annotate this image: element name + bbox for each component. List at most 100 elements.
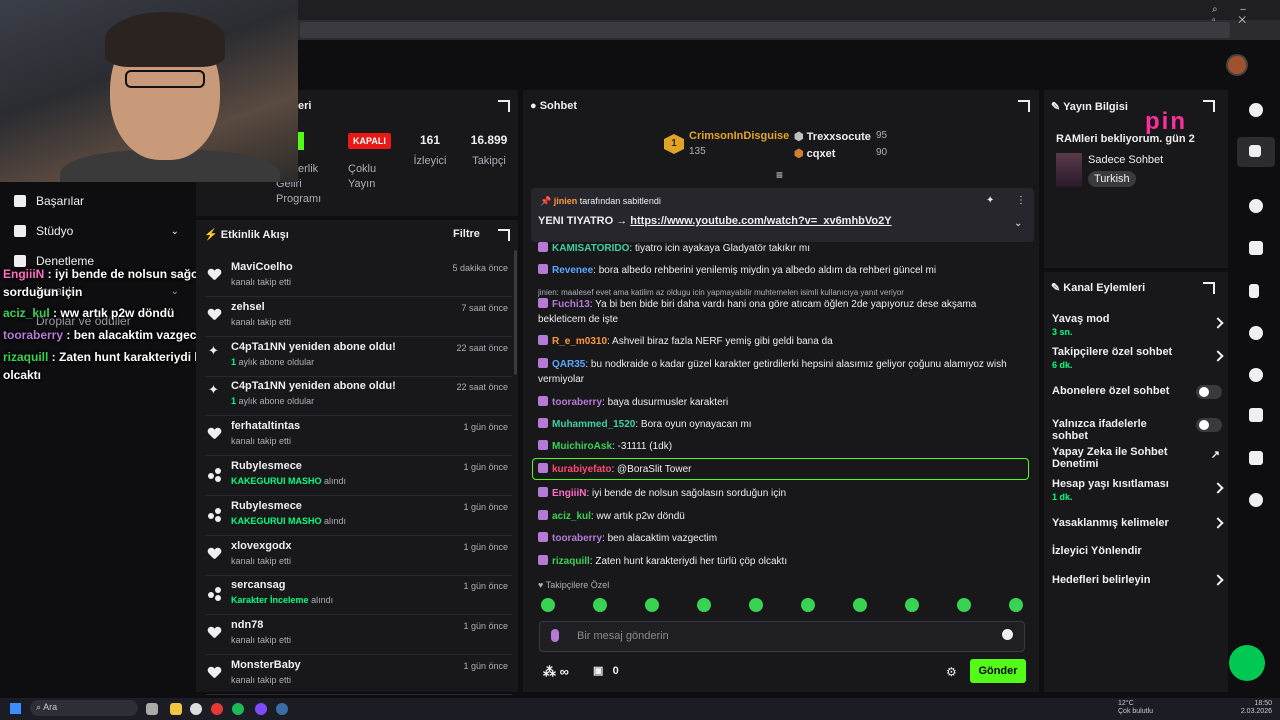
chevron-right-icon[interactable] [1212, 574, 1224, 586]
chat-username[interactable]: tooraberry [552, 397, 602, 408]
channel-action[interactable]: Yapay Zeka ile Sohbet Denetimi ↗ [1052, 446, 1222, 470]
task-view-icon[interactable] [146, 703, 158, 715]
toggle-switch[interactable] [1196, 385, 1222, 399]
document-icon[interactable] [1249, 284, 1259, 298]
expand-icon[interactable] [1018, 100, 1030, 112]
leaderboard-first-name[interactable]: CrimsonInDisguise [689, 130, 789, 142]
channel-action[interactable]: Takipçilere özel sohbet 6 dk. [1052, 346, 1224, 370]
emote-icon[interactable] [697, 598, 711, 612]
menu-lines-icon[interactable]: ≡ [776, 168, 783, 182]
channel-points[interactable]: ⁂ ∞ [543, 664, 569, 680]
broadcast-icon[interactable] [1249, 368, 1263, 382]
support-headset-icon[interactable] [1229, 645, 1265, 681]
leaderboard-second-name[interactable]: ⬢ Trexxsocute [794, 130, 871, 143]
emoji-icon[interactable] [1002, 629, 1013, 640]
discord-icon[interactable] [255, 703, 267, 715]
activity-row[interactable]: Rubylesmece KAKEGURUI MASHO alındı 1 gün ö… [206, 496, 512, 536]
activity-row[interactable]: ✦ C4pTa1NN yeniden abone oldu! 1 aylık abo… [206, 337, 512, 377]
emote-icon[interactable] [593, 598, 607, 612]
expand-icon[interactable] [1203, 100, 1215, 112]
target-icon[interactable] [1249, 199, 1263, 213]
sidebar-item-achievements[interactable]: Başarılar [14, 194, 84, 208]
chat-username[interactable]: KAMISATORIDO [552, 243, 629, 254]
activity-user[interactable]: sercansag [231, 579, 285, 591]
activity-user[interactable]: MaviCoelho [231, 261, 293, 273]
layout-icon[interactable] [1249, 408, 1263, 422]
channel-action[interactable]: Hesap yaşı kısıtlaması 1 dk. [1052, 478, 1224, 502]
external-link-icon[interactable]: ↗ [1211, 448, 1220, 461]
clock[interactable]: 18:50 2.03.2026 [1240, 700, 1272, 716]
emote-icon[interactable] [645, 598, 659, 612]
activity-user[interactable]: Rubylesmece [231, 460, 302, 472]
chat-username[interactable]: Revenee [552, 265, 593, 276]
chat-username[interactable]: Muhammed_1520 [552, 419, 635, 430]
steam-icon[interactable] [276, 703, 288, 715]
activity-row[interactable]: ferhataltintas kanalı takip etti 1 gün ön… [206, 416, 512, 457]
opera-icon[interactable] [211, 703, 223, 715]
activity-user[interactable]: MonsterBaby [231, 659, 301, 671]
chat-username[interactable]: Fuchi13 [552, 299, 590, 310]
tag-chip[interactable]: Turkish [1088, 171, 1136, 187]
lightning-icon[interactable] [1249, 241, 1263, 255]
expand-icon[interactable] [498, 229, 510, 241]
category-name[interactable]: Sadece Sohbet [1088, 154, 1163, 166]
activity-row[interactable]: ndn78 kanalı takip etti 1 gün önce [206, 615, 512, 656]
chat-username[interactable]: R_e_m0310 [552, 336, 607, 347]
sidebar-item-moderation[interactable]: Denetleme [14, 254, 94, 268]
microphone-icon[interactable] [551, 629, 559, 642]
emote-icon[interactable] [801, 598, 815, 612]
drops-counter[interactable]: ▣ 0 [593, 664, 619, 677]
emote-icon[interactable] [541, 598, 555, 612]
activity-row[interactable]: sercansag Karakter İnceleme alındı 1 gün ö… [206, 575, 512, 616]
activity-user[interactable]: xlovexgodx [231, 540, 292, 552]
activity-user[interactable]: C4pTa1NN yeniden abone oldu! [231, 341, 396, 353]
activity-row[interactable]: zehsel kanalı takip etti 7 saat önce [206, 297, 512, 337]
info-icon[interactable] [1249, 103, 1263, 117]
activity-row[interactable]: Rubylesmece KAKEGURUI MASHO alındı 1 gün ö… [206, 456, 512, 496]
more-options-icon[interactable]: ⋮ [1016, 195, 1026, 206]
chevron-right-icon[interactable] [1212, 517, 1224, 529]
channel-action[interactable]: İzleyici Yönlendir [1052, 545, 1222, 557]
emote-icon[interactable] [957, 598, 971, 612]
pencil-icon[interactable] [1249, 145, 1261, 157]
pinned-link[interactable]: https://www.youtube.com/watch?v=_xv6mhbV… [630, 215, 891, 227]
filter-button[interactable]: Filtre [453, 228, 480, 240]
chat-username[interactable]: QAR35 [552, 359, 585, 370]
emote-icon[interactable] [749, 598, 763, 612]
activity-user[interactable]: zehsel [231, 301, 265, 313]
channel-action[interactable]: Hedefleri belirleyin [1052, 574, 1224, 586]
chat-username[interactable]: aciz_kul [552, 511, 591, 522]
channel-action[interactable]: Yasaklanmış kelimeler [1052, 517, 1224, 529]
chat-username[interactable]: tooraberry [552, 533, 602, 544]
weather-widget[interactable]: 12°C Çok bulutlu [1118, 700, 1153, 716]
leaderboard-third-name[interactable]: ⬢ cqxet [794, 147, 835, 160]
unpin-icon[interactable]: ✦ [986, 195, 994, 206]
dots-icon[interactable] [1249, 493, 1263, 507]
activity-user[interactable]: ferhataltintas [231, 420, 300, 432]
category-thumbnail[interactable] [1056, 153, 1082, 187]
chat-username[interactable]: EngiiiN [552, 488, 586, 499]
chat-username[interactable]: rizaquill [552, 556, 590, 567]
send-button[interactable]: Gönder [970, 659, 1026, 683]
expand-icon[interactable] [498, 100, 510, 112]
activity-user[interactable]: Rubylesmece [231, 500, 302, 512]
activity-row[interactable]: xlovexgodx kanalı takip etti 1 gün önce [206, 536, 512, 576]
emote-icon[interactable] [905, 598, 919, 612]
avatar[interactable] [1226, 54, 1248, 76]
channel-action[interactable]: Yavaş mod 3 sn. [1052, 313, 1224, 337]
emote-icon[interactable] [1009, 598, 1023, 612]
activity-row[interactable]: MonsterBaby kanalı takip etti 1 gün önce [206, 655, 512, 695]
chevron-down-icon[interactable]: ⌄ [1014, 218, 1022, 229]
expand-icon[interactable] [1203, 282, 1215, 294]
activity-row[interactable]: MaviCoelho kanalı takip etti 5 dakika önc… [206, 257, 512, 297]
spotify-icon[interactable] [232, 703, 244, 715]
window-controls[interactable]: ⌕ – ▫ ✕ [1212, 4, 1280, 26]
toggle-switch[interactable] [1196, 418, 1222, 432]
windows-start-icon[interactable] [10, 703, 21, 714]
settings-gear-icon[interactable]: ⚙ [946, 665, 957, 679]
channel-action[interactable]: Abonelere özel sohbet [1052, 385, 1222, 399]
scrollbar[interactable] [514, 250, 517, 375]
address-bar[interactable] [300, 22, 1230, 38]
chat-username[interactable]: MuichiroAsk [552, 441, 612, 452]
activity-user[interactable]: C4pTa1NN yeniden abone oldu! [231, 380, 396, 392]
